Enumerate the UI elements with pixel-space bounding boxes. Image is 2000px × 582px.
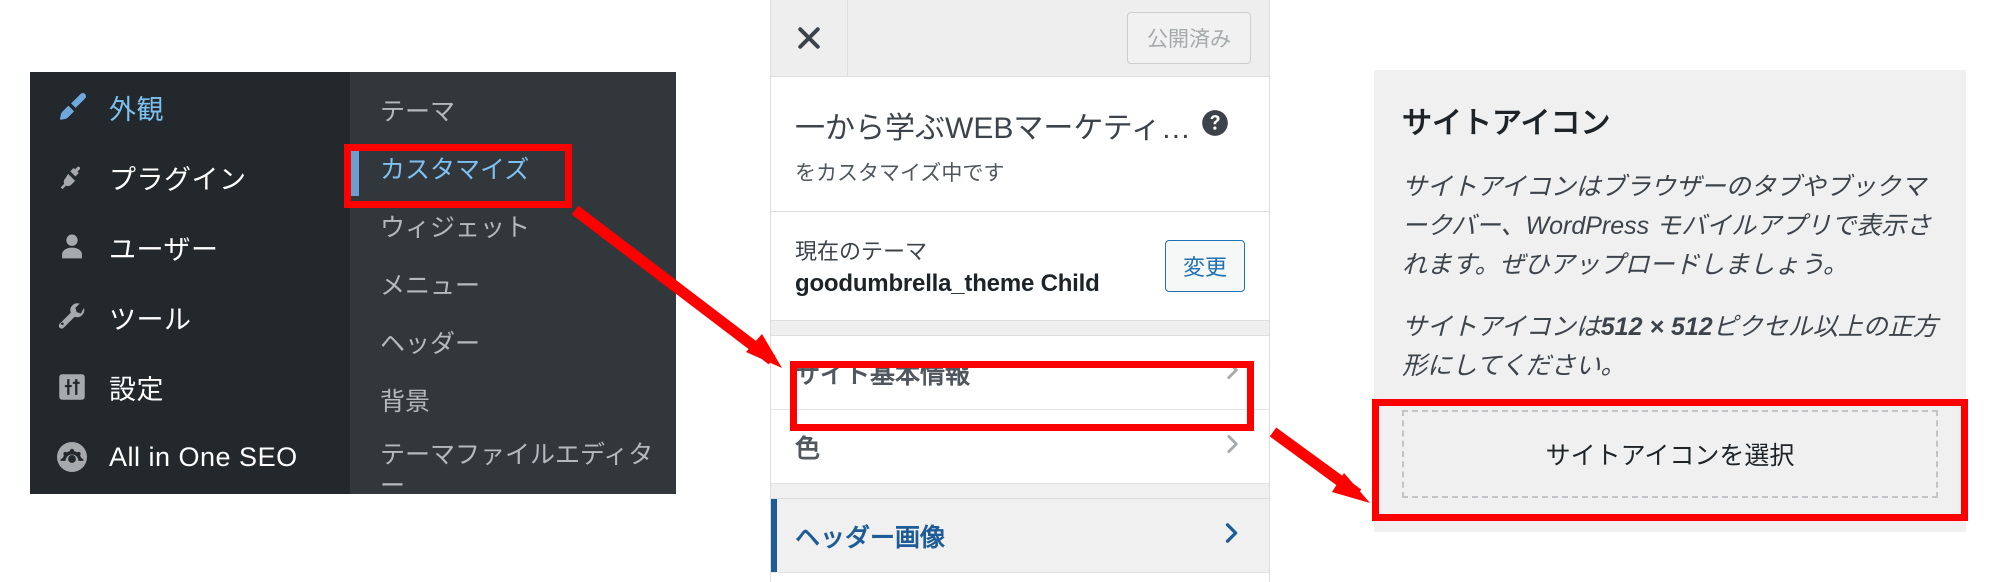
current-theme-name: goodumbrella_theme Child (795, 270, 1100, 297)
current-theme-label: 現在のテーマ (795, 239, 928, 264)
customizer-title-row: 一から学ぶWEBマーケティ… (795, 103, 1245, 147)
sidebar-item-label: 外観 (109, 94, 164, 125)
page-subtitle: をカスタマイズ中です (795, 162, 1005, 185)
plugin-plug-icon (52, 157, 92, 197)
customizer-panel: 公開済み 一から学ぶWEBマーケティ… をカスタマイズ中です 現在のテーマ go… (770, 0, 1270, 582)
change-theme-button[interactable]: 変更 (1164, 240, 1245, 292)
publish-button-wrap: 公開済み (1127, 0, 1269, 76)
sidebar-item-users[interactable]: ユーザー (30, 212, 350, 282)
sidebar-item-label: ユーザー (109, 234, 219, 265)
users-person-icon (52, 227, 92, 267)
close-icon[interactable] (771, 0, 848, 76)
submenu-item-label: 背景 (380, 388, 431, 417)
aioseo-gear-icon (52, 437, 92, 477)
customizer-row-header-image[interactable]: ヘッダー画像 (771, 499, 1269, 573)
sidebar-item-label: All in One SEO (109, 441, 298, 472)
help-question-icon[interactable] (1201, 109, 1229, 142)
appearance-submenu: テーマ カスタマイズ ウィジェット メニュー ヘッダー 背景 テーマファイルエデ… (350, 72, 676, 500)
submenu-item-label: カスタマイズ (380, 156, 530, 185)
customizer-row-site-identity[interactable]: サイト基本情報 (771, 336, 1269, 410)
customizer-row-label: ヘッダー画像 (795, 523, 946, 552)
chevron-right-icon (1217, 519, 1245, 552)
submenu-item-label: ヘッダー (380, 330, 481, 359)
site-icon-description-1: サイトアイコンはブラウザーのタブやブックマークバー、WordPress モバイル… (1402, 168, 1938, 284)
chevron-right-icon (1219, 431, 1245, 462)
sidebar-item-label: プラグイン (109, 164, 247, 195)
select-site-icon-button[interactable]: サイトアイコンを選択 (1402, 409, 1938, 498)
settings-sliders-icon (52, 367, 92, 407)
site-icon-section: サイトアイコン サイトアイコンはブラウザーのタブやブックマークバー、WordPr… (1374, 70, 1966, 532)
customizer-title-block: 一から学ぶWEBマーケティ… をカスタマイズ中です (771, 77, 1269, 212)
sidebar-item-settings[interactable]: 設定 (30, 352, 350, 422)
submenu-item-header[interactable]: ヘッダー (350, 316, 676, 374)
publish-button[interactable]: 公開済み (1127, 12, 1251, 64)
current-theme-row: 現在のテーマ goodumbrella_theme Child 変更 (771, 212, 1269, 321)
page-title: 一から学ぶWEBマーケティ… (795, 112, 1191, 145)
sidebar-item-label: 設定 (109, 374, 164, 405)
section-separator (771, 321, 1269, 336)
wordpress-brand-name: WordPress (1525, 211, 1650, 240)
submenu-item-label: メニュー (380, 272, 481, 301)
customizer-header: 公開済み (771, 0, 1269, 77)
sidebar-item-tools[interactable]: ツール (30, 282, 350, 352)
current-theme-text: 現在のテーマ goodumbrella_theme Child (795, 234, 1165, 298)
wp-admin-sidebar: 外観 プラグイン ユーザー ツール 設定 All in One SEO テーマ … (30, 72, 676, 500)
customizer-row-colors[interactable]: 色 (771, 410, 1269, 484)
submenu-item-menus[interactable]: メニュー (350, 258, 676, 316)
site-icon-size-requirement: 512 × 512 (1600, 313, 1713, 342)
section-separator (771, 484, 1269, 499)
submenu-item-label: テーマファイルエディター (380, 441, 654, 501)
arrow-site-basic-info-to-site-interface-icon (1269, 427, 1370, 503)
submenu-item-label: テーマ (380, 98, 456, 127)
submenu-item-widgets[interactable]: ウィジェット (350, 200, 676, 258)
customizer-row-label: 色 (795, 434, 821, 463)
submenu-item-label: ウィジェット (380, 214, 531, 243)
submenu-item-customize[interactable]: カスタマイズ (350, 142, 676, 200)
tools-wrench-icon (52, 297, 92, 337)
sidebar-item-label: ツール (109, 304, 192, 335)
header-spacer (848, 0, 1127, 76)
description-2-part-a: サイトアイコンは (1402, 313, 1601, 342)
wp-admin-menu-list: 外観 プラグイン ユーザー ツール 設定 All in One SEO (30, 72, 350, 494)
chevron-right-icon (1219, 357, 1245, 388)
site-icon-description-2: サイトアイコンは512 × 512ピクセル以上の正方形にしてください。 (1402, 308, 1938, 386)
sidebar-item-plugins[interactable]: プラグイン (30, 142, 350, 212)
submenu-item-background[interactable]: 背景 (350, 374, 676, 432)
customizer-row-label: サイト基本情報 (795, 360, 971, 389)
submenu-item-theme-file-editor[interactable]: テーマファイルエディター (350, 432, 676, 528)
submenu-item-themes[interactable]: テーマ (350, 84, 676, 142)
appearance-brush-icon (52, 87, 92, 127)
sidebar-item-appearance[interactable]: 外観 (30, 72, 350, 142)
sidebar-item-all-in-one-seo[interactable]: All in One SEO (30, 422, 350, 492)
site-icon-heading: サイトアイコン (1402, 107, 1611, 140)
